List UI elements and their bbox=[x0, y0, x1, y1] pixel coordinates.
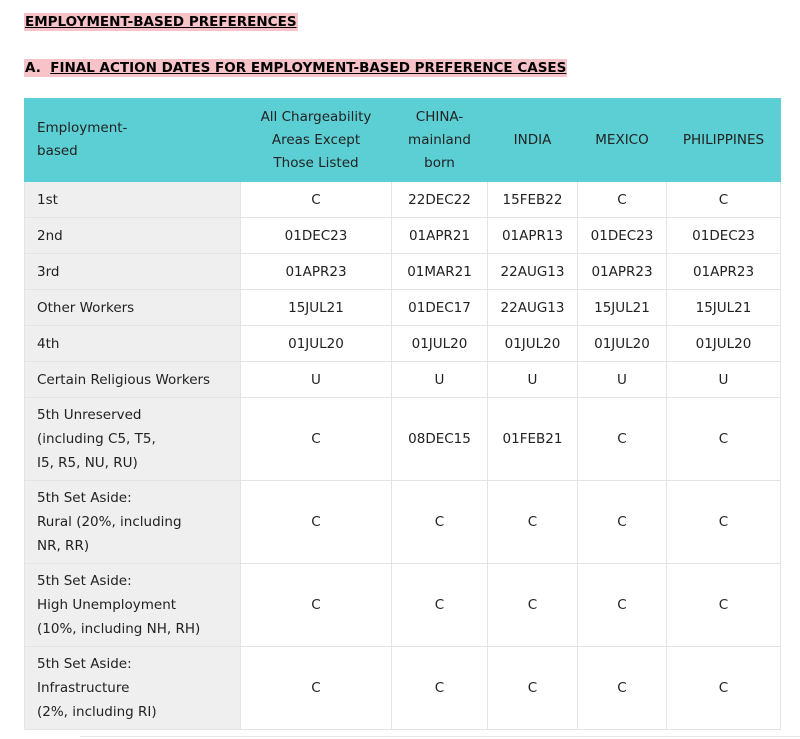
cell-all: C bbox=[240, 181, 392, 218]
table-header-row: Employment- based All Chargeability Area… bbox=[24, 98, 781, 182]
cell-philippines: C bbox=[666, 646, 781, 730]
cell-china: 01DEC17 bbox=[391, 289, 488, 326]
cell-india: 01FEB21 bbox=[487, 397, 578, 481]
cell-all: 01DEC23 bbox=[240, 217, 392, 254]
cell-mexico: C bbox=[577, 181, 667, 218]
cell-china: 22DEC22 bbox=[391, 181, 488, 218]
table-row: 5th Set Aside: Infrastructure (2%, includi… bbox=[24, 646, 781, 730]
cell-china: 08DEC15 bbox=[391, 397, 488, 481]
cell-india: C bbox=[487, 563, 578, 647]
cell-mexico: C bbox=[577, 480, 667, 564]
cell-china: 01APR21 bbox=[391, 217, 488, 254]
header-india: INDIA bbox=[487, 98, 578, 182]
cell-mexico: 15JUL21 bbox=[577, 289, 667, 326]
table-row: 2nd 01DEC23 01APR21 01APR13 01DEC23 01DEC23 bbox=[24, 217, 781, 254]
cell-all: C bbox=[240, 480, 392, 564]
cell-india: 15FEB22 bbox=[487, 181, 578, 218]
bottom-divider bbox=[80, 736, 800, 737]
header-employment-based: Employment- based bbox=[24, 98, 241, 182]
row-category: 2nd bbox=[24, 217, 241, 254]
row-category: 5th Set Aside: High Unemployment (10%, inc… bbox=[24, 563, 241, 647]
cell-mexico: 01JUL20 bbox=[577, 325, 667, 362]
header-mexico: MEXICO bbox=[577, 98, 667, 182]
row-category: 5th Unreserved (including C5, T5, I5, R5, … bbox=[24, 397, 241, 481]
cell-all: C bbox=[240, 646, 392, 730]
cell-all: 01JUL20 bbox=[240, 325, 392, 362]
cell-mexico: C bbox=[577, 646, 667, 730]
section-heading: EMPLOYMENT-BASED PREFERENCES bbox=[24, 13, 298, 31]
cell-philippines: C bbox=[666, 480, 781, 564]
cell-india: 22AUG13 bbox=[487, 253, 578, 290]
row-category: 5th Set Aside: Rural (20%, including NR, R… bbox=[24, 480, 241, 564]
cell-philippines: 01DEC23 bbox=[666, 217, 781, 254]
cell-india: 01JUL20 bbox=[487, 325, 578, 362]
cell-mexico: C bbox=[577, 397, 667, 481]
cell-china: C bbox=[391, 563, 488, 647]
cell-philippines: 15JUL21 bbox=[666, 289, 781, 326]
row-category: Certain Religious Workers bbox=[24, 361, 241, 398]
row-category: Other Workers bbox=[24, 289, 241, 326]
subsection-title: FINAL ACTION DATES FOR EMPLOYMENT-BASED … bbox=[50, 60, 567, 76]
cell-india: C bbox=[487, 480, 578, 564]
subsection-heading: A. FINAL ACTION DATES FOR EMPLOYMENT-BAS… bbox=[24, 59, 568, 77]
header-china-mainland-born: CHINA- mainland born bbox=[391, 98, 488, 182]
table-row: Certain Religious Workers U U U U U bbox=[24, 361, 781, 398]
cell-all: U bbox=[240, 361, 392, 398]
cell-philippines: C bbox=[666, 181, 781, 218]
table-row: 1st C 22DEC22 15FEB22 C C bbox=[24, 181, 781, 218]
cell-china: 01JUL20 bbox=[391, 325, 488, 362]
cell-philippines: 01APR23 bbox=[666, 253, 781, 290]
row-category: 1st bbox=[24, 181, 241, 218]
cell-mexico: C bbox=[577, 563, 667, 647]
header-philippines: PHILIPPINES bbox=[666, 98, 781, 182]
cell-all: C bbox=[240, 563, 392, 647]
table-row: 5th Unreserved (including C5, T5, I5, R5, … bbox=[24, 397, 781, 481]
cell-mexico: 01APR23 bbox=[577, 253, 667, 290]
table-row: 5th Set Aside: Rural (20%, including NR, R… bbox=[24, 480, 781, 564]
header-all-chargeability: All Chargeability Areas Except Those Lis… bbox=[240, 98, 392, 182]
cell-philippines: C bbox=[666, 397, 781, 481]
cell-philippines: U bbox=[666, 361, 781, 398]
cell-india: C bbox=[487, 646, 578, 730]
cell-china: U bbox=[391, 361, 488, 398]
table-row: 5th Set Aside: High Unemployment (10%, inc… bbox=[24, 563, 781, 647]
cell-china: C bbox=[391, 646, 488, 730]
cell-india: U bbox=[487, 361, 578, 398]
subsection-prefix: A. bbox=[25, 60, 41, 76]
cell-all: 15JUL21 bbox=[240, 289, 392, 326]
cell-mexico: U bbox=[577, 361, 667, 398]
cell-india: 01APR13 bbox=[487, 217, 578, 254]
cell-philippines: C bbox=[666, 563, 781, 647]
row-category: 4th bbox=[24, 325, 241, 362]
row-category: 3rd bbox=[24, 253, 241, 290]
table-row: Other Workers 15JUL21 01DEC17 22AUG13 15JUL2… bbox=[24, 289, 781, 326]
table-row: 4th 01JUL20 01JUL20 01JUL20 01JUL20 01JUL20 bbox=[24, 325, 781, 362]
cell-philippines: 01JUL20 bbox=[666, 325, 781, 362]
row-category: 5th Set Aside: Infrastructure (2%, includi… bbox=[24, 646, 241, 730]
final-action-dates-table: Employment- based All Chargeability Area… bbox=[24, 98, 781, 730]
table-row: 3rd 01APR23 01MAR21 22AUG13 01APR23 01APR23 bbox=[24, 253, 781, 290]
cell-all: 01APR23 bbox=[240, 253, 392, 290]
cell-mexico: 01DEC23 bbox=[577, 217, 667, 254]
cell-india: 22AUG13 bbox=[487, 289, 578, 326]
cell-china: 01MAR21 bbox=[391, 253, 488, 290]
cell-all: C bbox=[240, 397, 392, 481]
cell-china: C bbox=[391, 480, 488, 564]
